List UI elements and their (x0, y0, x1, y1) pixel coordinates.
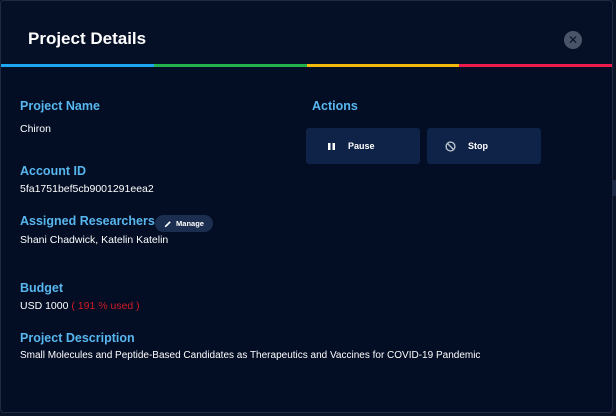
budget-amount: USD 1000 (20, 300, 69, 312)
project-description-value: Small Molecules and Peptide-Based Candid… (20, 350, 481, 361)
project-description-label: Project Description (20, 331, 135, 345)
color-bar-segment (306, 64, 460, 67)
project-name-label: Project Name (20, 99, 100, 113)
pause-label: Pause (348, 141, 375, 151)
stop-button[interactable]: Stop (427, 128, 541, 164)
budget-used-percent: ( 191 % used ) (71, 300, 140, 312)
color-bar (1, 64, 612, 67)
pause-button[interactable]: Pause (306, 128, 420, 164)
manage-researchers-button[interactable]: Manage (155, 215, 213, 232)
stop-icon (445, 140, 456, 152)
pencil-icon (164, 220, 171, 227)
project-details-modal: Project Details ✕ Project Name Chiron Ac… (0, 0, 613, 413)
pause-icon (328, 142, 335, 150)
color-bar-segment (153, 64, 307, 67)
manage-label: Manage (176, 219, 204, 228)
budget-value-line: USD 1000 ( 191 % used ) (20, 300, 140, 312)
modal-header: Project Details ✕ (1, 1, 612, 65)
project-name-value: Chiron (20, 123, 51, 135)
color-bar-segment (459, 64, 612, 67)
budget-label: Budget (20, 281, 64, 295)
color-bar-segment (1, 64, 154, 67)
assigned-researchers-label: Assigned Researchers (20, 214, 155, 228)
modal-title: Project Details (28, 29, 147, 48)
actions-label: Actions (312, 99, 358, 113)
close-icon[interactable]: ✕ (564, 31, 582, 49)
assigned-researchers-value: Shani Chadwick, Katelin Katelin (20, 234, 169, 246)
stop-label: Stop (468, 141, 488, 151)
account-id-value: 5fa1751bef5cb9001291eea2 (20, 183, 154, 195)
account-id-label: Account ID (20, 164, 86, 178)
